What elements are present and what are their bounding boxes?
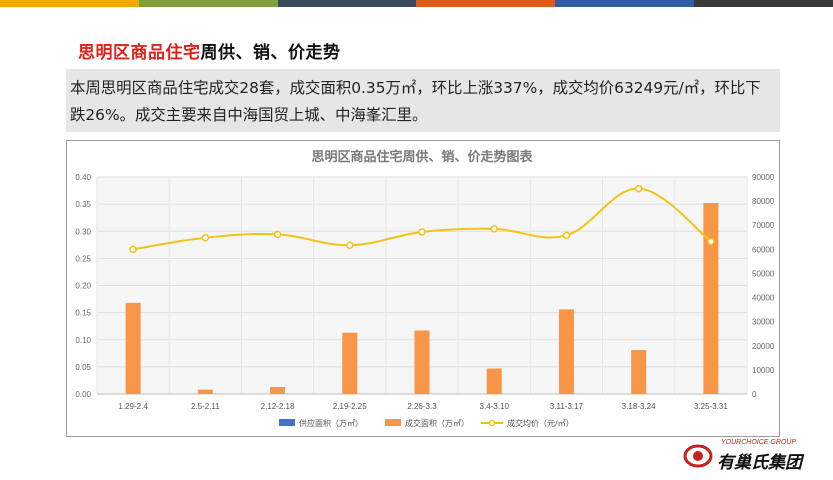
bar-left-series — [270, 386, 286, 394]
top-color-bar — [0, 0, 833, 7]
heading-rest: 周供、销、价走势 — [200, 43, 341, 63]
legend-swatch-marker — [488, 419, 496, 427]
y-right-tick-label: 40000 — [752, 294, 775, 303]
legend-swatch — [279, 419, 295, 426]
bar-left-series — [342, 332, 358, 394]
legend-label: 成交面积（万㎡） — [405, 418, 469, 428]
company-logo: YOURCHOICE GROUP 有巢氏集团 — [683, 437, 823, 473]
top-bar-segment — [277, 0, 417, 7]
y-right-tick-label: 80000 — [752, 197, 775, 206]
y-left-tick-label: 0.25 — [75, 254, 91, 263]
chart-title: 思明区商品住宅周供、销、价走势图表 — [311, 149, 533, 165]
y-left-tick-label: 0.05 — [75, 363, 91, 372]
logo-subtitle: YOURCHOICE GROUP — [721, 439, 797, 446]
summary-text: 本周思明区商品住宅成交28套，成交面积0.35万㎡，环比上涨337%，成交均价6… — [66, 69, 780, 132]
x-tick-label: 3.25-3.31 — [694, 402, 728, 411]
top-bar-segment — [0, 0, 139, 7]
chart-panel: 思明区商品住宅周供、销、价走势图表 0.00 0.05 0.10 0.15 0.20 0.2… — [66, 140, 780, 437]
y-left-tick-label: 0.35 — [75, 200, 91, 209]
legend-label: 成交均价（元/㎡） — [507, 418, 574, 428]
top-bar-segment — [694, 0, 833, 7]
price-point — [707, 237, 715, 246]
page-heading: 思明区商品住宅周供、销、价走势 — [78, 38, 341, 63]
top-bar-segment — [138, 0, 278, 7]
x-tick-label: 2.5-2.11 — [191, 402, 220, 411]
bar-left-series — [558, 309, 574, 394]
y-right-tick-label: 10000 — [752, 366, 775, 375]
y-right-tick-label: 20000 — [752, 342, 775, 351]
y-left-tick-label: 0.00 — [75, 390, 91, 399]
heading-highlight: 思明区商品住宅 — [78, 43, 201, 63]
bar-left-series — [197, 389, 213, 394]
x-tick-label: 2.12-2.18 — [261, 402, 295, 411]
bar-left-series — [414, 330, 430, 394]
y-left-tick-label: 0.10 — [75, 336, 91, 345]
combo-chart: 思明区商品住宅周供、销、价走势图表 0.00 0.05 0.10 0.15 0.20 0.2… — [75, 149, 775, 428]
price-point — [634, 184, 643, 193]
top-bar-segment — [555, 0, 695, 7]
x-tick-label: 3.11-3.17 — [550, 402, 584, 411]
x-tick-label: 1.29-2.4 — [118, 402, 148, 411]
y-right-tick-label: 50000 — [752, 269, 775, 278]
price-point — [201, 234, 210, 242]
y-left-tick-label: 0.30 — [75, 227, 91, 236]
top-bar-segment — [416, 0, 556, 7]
bar-left-series — [631, 350, 647, 394]
logo-name: 有巢氏集团 — [717, 453, 802, 473]
x-tick-label: 2.26-3.3 — [407, 402, 437, 411]
y-left-tick-label: 0.40 — [75, 173, 91, 182]
y-right-tick-label: 0 — [752, 390, 757, 399]
y-right-tick-label: 70000 — [752, 221, 775, 230]
price-point — [346, 241, 354, 249]
bar-left-series — [703, 203, 719, 394]
y-right-tick-label: 90000 — [752, 173, 775, 182]
logo-mark-icon — [683, 444, 713, 468]
price-point — [129, 245, 137, 254]
y-left-tick-label: 0.20 — [75, 282, 91, 291]
price-point — [418, 228, 426, 236]
y-right-tick-label: 60000 — [752, 245, 775, 254]
x-tick-label: 3.18-3.24 — [622, 402, 656, 411]
x-tick-label: 3.4-3.10 — [480, 402, 510, 411]
price-point — [490, 225, 498, 233]
x-tick-label: 2.19-2.25 — [333, 402, 367, 411]
bar-left-series — [486, 368, 502, 394]
legend-label: 供应面积（万㎡） — [299, 418, 363, 428]
bar-left-series — [125, 302, 141, 394]
legend-swatch — [385, 419, 401, 426]
price-point — [273, 230, 282, 239]
y-right-tick-label: 30000 — [752, 318, 775, 327]
price-point — [562, 231, 571, 240]
y-left-tick-label: 0.15 — [75, 309, 91, 318]
